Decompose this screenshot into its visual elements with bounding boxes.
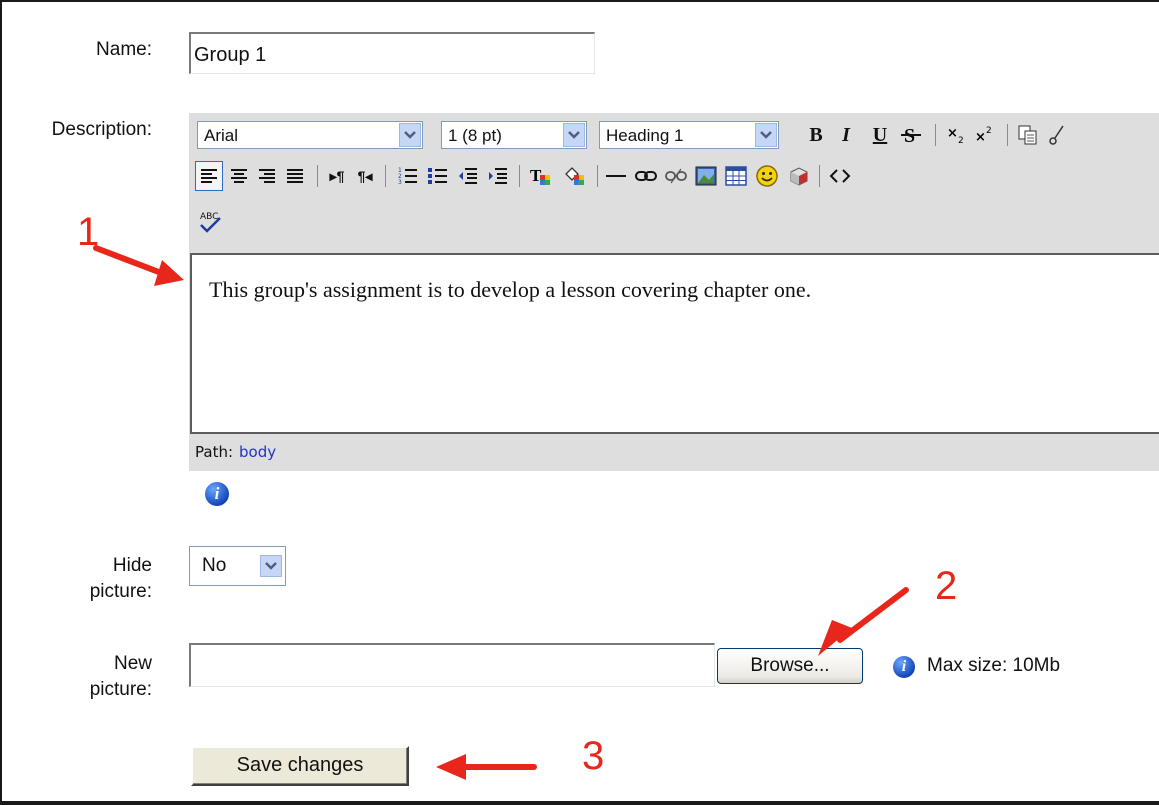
toolbar-separator [819,165,820,187]
outdent-icon[interactable] [455,163,481,189]
name-label: Name: [96,39,152,60]
name-input[interactable]: Group 1 [189,32,595,74]
toolbar-row-1: Arial 1 (8 pt) Heading 1 B I U S ×2 ×2 [189,119,1159,153]
chevron-down-icon [755,123,777,147]
format-select[interactable]: Heading 1 [599,121,779,149]
hide-picture-select[interactable]: No [189,546,286,586]
superscript-icon[interactable]: × 2 [973,122,997,148]
unlink-icon[interactable] [663,163,689,189]
annotation-arrow-3 [436,754,537,780]
new-picture-label: New picture: [40,652,152,701]
svg-text:2: 2 [986,126,992,136]
svg-text:×: × [975,130,986,145]
hide-picture-label-line2: picture: [89,581,152,602]
max-size-text: Max size: 10Mb [927,655,1061,676]
hide-picture-label-line1: Hide [112,555,152,576]
svg-text:ABC: ABC [200,212,218,222]
spellcheck-icon[interactable]: ABC [197,209,225,235]
strikethrough-icon[interactable]: S [899,122,923,148]
font-family-select[interactable]: Arial [197,121,423,149]
toolbar-separator [385,165,386,187]
annotation-step-3: 3 [582,734,605,778]
html-source-icon[interactable] [827,163,853,189]
annotation-arrow-1 [93,245,184,286]
background-color-icon[interactable] [561,163,589,189]
path-link-body[interactable]: body [239,443,276,461]
link-icon[interactable] [633,163,659,189]
subscript-icon[interactable]: × 2 [945,122,969,148]
new-picture-label-line1: New [113,653,152,674]
description-editor-area[interactable]: This group's assignment is to develop a … [190,253,1159,434]
svg-text:2: 2 [958,136,964,146]
table-icon[interactable] [723,163,749,189]
editor-path-bar: Path: body [189,436,1159,470]
svg-text:3: 3 [398,179,402,185]
rich-text-editor: Arial 1 (8 pt) Heading 1 B I U S ×2 ×2 [189,113,1159,471]
numbered-list-icon[interactable]: 123 [395,163,421,189]
align-justify-icon[interactable] [283,163,307,189]
smiley-icon[interactable] [753,163,781,189]
chevron-down-icon [399,123,421,147]
save-changes-button[interactable]: Save changes [191,746,409,786]
info-icon[interactable]: i [205,482,229,506]
horizontal-rule-icon[interactable] [603,163,629,189]
new-picture-file-input[interactable] [189,643,715,687]
text-color-icon[interactable]: T [527,163,555,189]
description-label: Description: [51,119,152,140]
toolbar-separator [317,165,318,187]
rtl-direction-icon[interactable]: ¶◂ [353,163,377,189]
toolbar-row-2: ▸¶ ¶◂ 123 T [189,161,1159,195]
format-value: Heading 1 [606,126,684,145]
bullet-list-icon[interactable] [425,163,451,189]
copy-icon[interactable] [1015,122,1041,148]
toolbar-separator [1007,124,1008,146]
cut-icon[interactable] [1047,122,1067,148]
annotation-arrow-2 [818,587,909,656]
underline-icon[interactable]: U [869,122,891,148]
hide-picture-label: Hide picture: [40,554,152,603]
font-family-value: Arial [204,126,239,145]
toolbar-separator [597,165,598,187]
new-picture-label-line2: picture: [89,679,152,700]
special-character-icon[interactable] [785,163,813,189]
italic-icon[interactable]: I [835,122,857,148]
hide-picture-value: No [202,555,227,576]
indent-icon[interactable] [485,163,511,189]
annotation-step-2: 2 [935,564,958,608]
toolbar-separator [935,124,936,146]
font-size-select[interactable]: 1 (8 pt) [441,121,587,149]
svg-text:×: × [947,126,958,141]
image-icon[interactable] [693,163,719,189]
bold-icon[interactable]: B [805,122,827,148]
ltr-direction-icon[interactable]: ▸¶ [325,163,349,189]
align-right-icon[interactable] [255,163,279,189]
align-center-icon[interactable] [227,163,251,189]
chevron-down-icon [260,555,282,577]
font-size-value: 1 (8 pt) [448,126,502,145]
chevron-down-icon [563,123,585,147]
toolbar-separator [519,165,520,187]
path-label: Path: [195,443,234,461]
align-left-icon[interactable] [195,161,223,191]
